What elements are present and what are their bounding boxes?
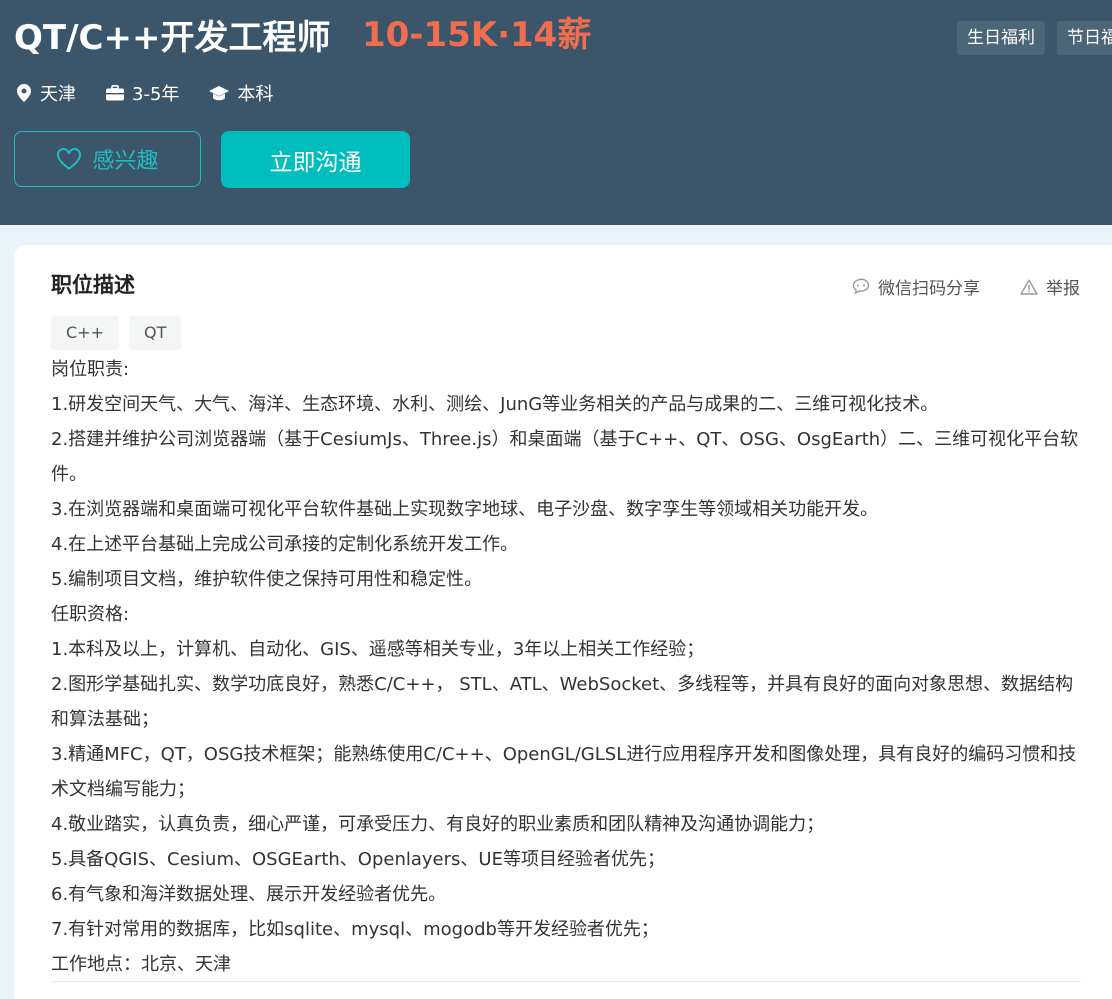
skill-tag: QT xyxy=(128,316,182,350)
skill-tag: C++ xyxy=(51,316,119,350)
description-line: 岗位职责: xyxy=(51,359,130,380)
job-detail-card: 职位描述 微信扫码分享 举报 C++ QT 岗位职责: 1.研发空间天气、大气、… xyxy=(14,245,1112,999)
description-line: 1.研发空间天气、大气、海洋、生态环境、水利、测绘、JunG等业务相关的产品与成… xyxy=(51,394,939,415)
description-line: 5.编制项目文档，维护软件使之保持可用性和稳定性。 xyxy=(51,569,483,590)
description-line: 4.敬业踏实，认真负责，细心严谨，可承受压力、有良好的职业素质和团队精神及沟通协… xyxy=(51,814,825,835)
job-header: QT/C++开发工程师 10-15K·14薪 生日福利 节日福 天津 3-5年 … xyxy=(0,0,1112,225)
skill-tags: C++ QT xyxy=(51,316,191,350)
welfare-tag: 节日福 xyxy=(1057,21,1112,55)
meta-location: 天津 xyxy=(16,80,76,106)
description-line: 工作地点：北京、天津 xyxy=(51,954,231,975)
chat-now-button[interactable]: 立即沟通 xyxy=(221,131,410,188)
job-meta: 天津 3-5年 本科 xyxy=(16,80,303,106)
description-line: 2.搭建并维护公司浏览器端（基于CesiumJs、Three.js）和桌面端（基… xyxy=(51,429,1079,485)
graduation-cap-icon xyxy=(209,86,230,101)
salary: 10-15K·14薪 xyxy=(362,15,592,55)
report-link[interactable]: 举报 xyxy=(1020,274,1080,299)
education-text: 本科 xyxy=(237,84,274,105)
section-title: 职位描述 xyxy=(51,273,135,297)
location-pin-icon xyxy=(17,84,31,102)
description-line: 4.在上述平台基础上完成公司承接的定制化系统开发工作。 xyxy=(51,534,519,555)
welfare-tag: 生日福利 xyxy=(957,21,1045,55)
chat-now-button-label: 立即沟通 xyxy=(269,149,362,176)
description-line: 5.具备QGIS、Cesium、OSGEarth、Openlayers、UE等项… xyxy=(51,849,665,870)
description-line: 7.有针对常用的数据库，比如sqlite、mysql、mogodb等开发经验者优… xyxy=(51,919,659,940)
job-description: 岗位职责: 1.研发空间天气、大气、海洋、生态环境、水利、测绘、JunG等业务相… xyxy=(51,352,1083,982)
experience-text: 3-5年 xyxy=(132,84,180,105)
warning-triangle-icon xyxy=(1020,279,1038,295)
interest-button[interactable]: 感兴趣 xyxy=(14,131,201,187)
divider xyxy=(51,981,1081,982)
description-line: 2.图形学基础扎实、数学功底良好，熟悉C/C++， STL、ATL、WebSoc… xyxy=(51,674,1074,730)
share-label: 微信扫码分享 xyxy=(878,279,980,299)
meta-experience: 3-5年 xyxy=(106,80,179,106)
interest-button-label: 感兴趣 xyxy=(92,149,159,174)
description-line: 3.精通MFC，QT，OSG技术框架；能熟练使用C/C++、OpenGL/GLS… xyxy=(51,744,1077,800)
report-label: 举报 xyxy=(1046,279,1080,299)
wechat-share-link[interactable]: 微信扫码分享 xyxy=(852,274,980,299)
description-line: 6.有气象和海洋数据处理、展示开发经验者优先。 xyxy=(51,884,447,905)
briefcase-icon xyxy=(106,85,124,101)
chat-bubble-icon xyxy=(852,278,870,295)
meta-education: 本科 xyxy=(209,80,273,106)
description-line: 3.在浏览器端和桌面端可视化平台软件基础上实现数字地球、电子沙盘、数字孪生等领域… xyxy=(51,499,879,520)
description-line: 1.本科及以上，计算机、自动化、GIS、遥感等相关专业，3年以上相关工作经验； xyxy=(51,639,705,660)
location-text: 天津 xyxy=(40,84,76,105)
description-line: 任职资格: xyxy=(51,604,130,625)
job-title: QT/C++开发工程师 xyxy=(14,18,331,58)
heart-icon xyxy=(57,148,82,170)
